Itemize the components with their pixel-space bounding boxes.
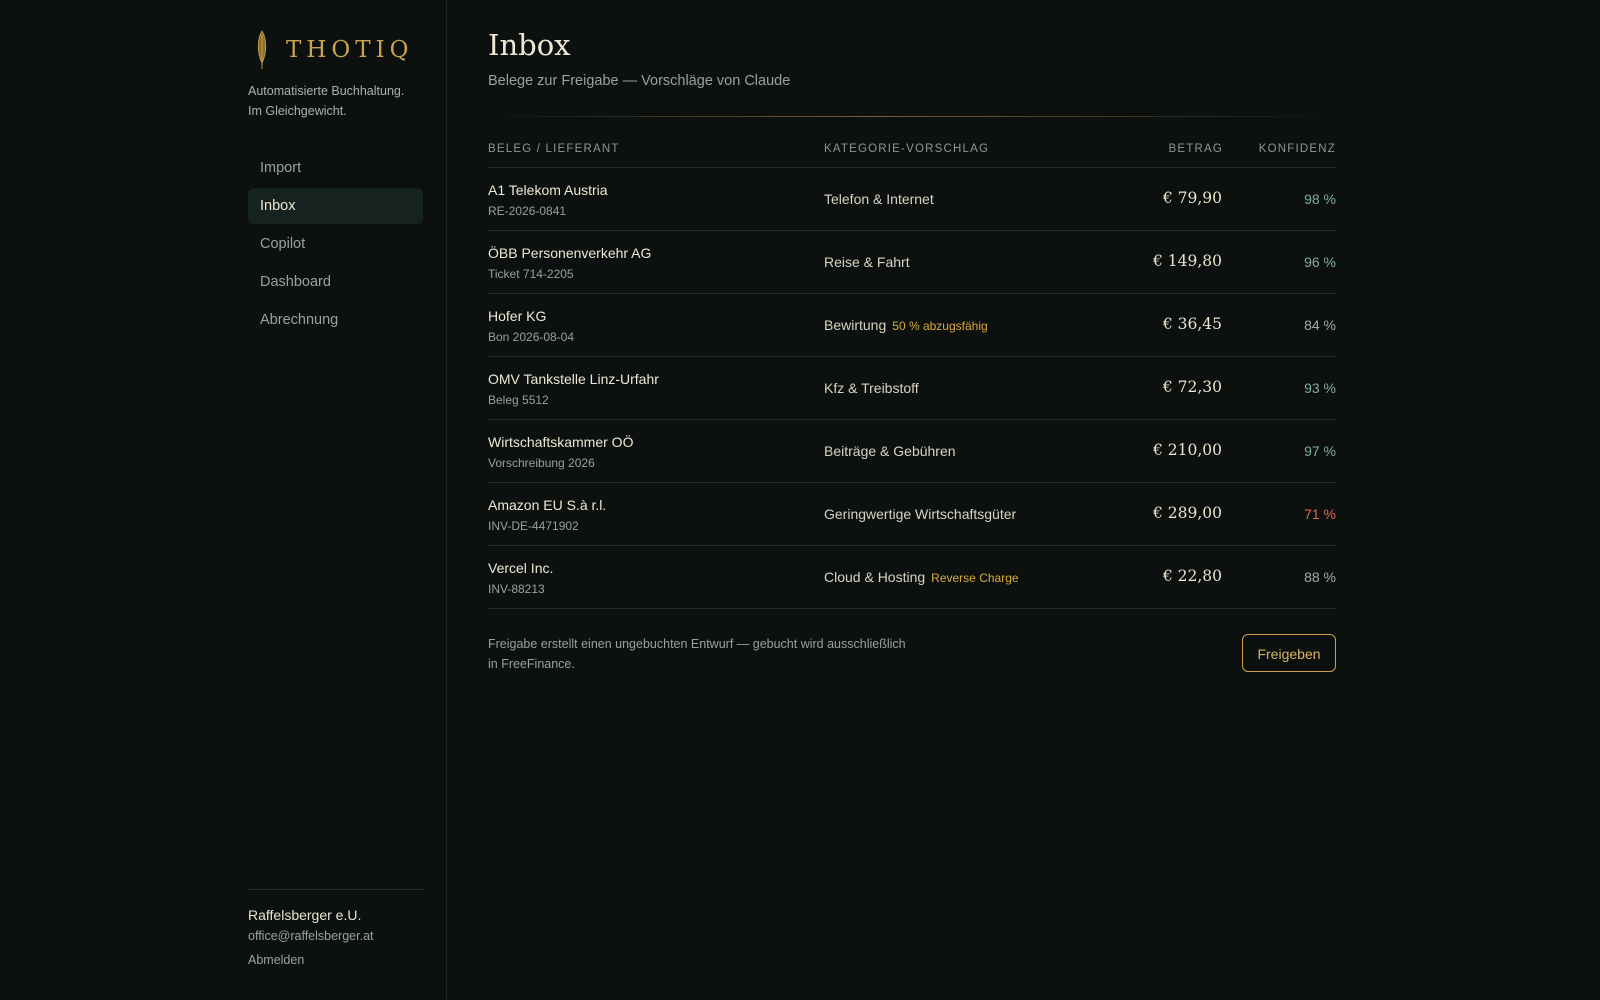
tagline-line-2: Im Gleichgewicht. (248, 104, 347, 118)
sidebar: THOTIQ Automatisierte Buchhaltung. Im Gl… (0, 0, 447, 1000)
table-row[interactable]: ÖBB Personenverkehr AG Ticket 714-2205 R… (488, 231, 1336, 294)
column-header-category: KATEGORIE-VORSCHLAG (824, 143, 990, 155)
vendor-name: Wirtschaftskammer OÖ (488, 434, 634, 450)
amount: € 72,30 (1162, 378, 1222, 396)
sidebar-item-inbox[interactable]: Inbox (248, 188, 423, 224)
page-subtitle: Belege zur Freigabe — Vorschläge von Cla… (488, 73, 791, 89)
category-label: Reise & Fahrt (824, 254, 910, 270)
vendor-name: OMV Tankstelle Linz-Urfahr (488, 371, 659, 387)
amount: € 22,80 (1162, 567, 1222, 585)
category-label: Cloud & Hosting (824, 569, 926, 585)
confidence-value: 97 % (1304, 443, 1336, 459)
account-email: office@raffelsberger.at (248, 929, 374, 943)
deductibility-badge: 50 % abzugsfähig (892, 319, 988, 333)
vendor-name: Hofer KG (488, 308, 547, 324)
column-header-amount: BETRAG (1168, 143, 1223, 155)
brand-name: THOTIQ (286, 37, 414, 63)
category-label: Kfz & Treibstoff (824, 380, 919, 396)
sidebar-item-import[interactable]: Import (248, 150, 423, 186)
approve-button[interactable]: Freigeben (1242, 634, 1336, 672)
approval-note: Freigabe erstellt einen ungebuchten Entw… (488, 637, 906, 671)
header-divider (488, 116, 1336, 117)
vendor-name: Amazon EU S.à r.l. (488, 497, 607, 513)
table-row[interactable]: OMV Tankstelle Linz-Urfahr Beleg 5512 Kf… (488, 357, 1336, 420)
amount: € 79,90 (1162, 189, 1222, 207)
confidence-value: 93 % (1304, 380, 1336, 396)
category-suggestion: Bewirtung 50 % abzugsfähig (824, 317, 988, 333)
amount: € 36,45 (1162, 315, 1222, 333)
category-suggestion: Beiträge & Gebühren (824, 443, 956, 459)
category-suggestion: Telefon & Internet (824, 191, 934, 207)
sidebar-item-abrechnung[interactable]: Abrechnung (248, 302, 423, 338)
receipt-reference: Vorschreibung 2026 (488, 456, 595, 470)
column-header-vendor: BELEG / LIEFERANT (488, 143, 620, 155)
receipt-reference: INV-88213 (488, 582, 545, 596)
category-label: Telefon & Internet (824, 191, 934, 207)
page-title: Inbox (488, 28, 571, 62)
sidebar-item-copilot[interactable]: Copilot (248, 226, 423, 262)
confidence-value: 88 % (1304, 569, 1336, 585)
vendor-name: Vercel Inc. (488, 560, 554, 576)
column-header-confidence: KONFIDENZ (1258, 143, 1336, 155)
receipt-reference: Bon 2026-08-04 (488, 330, 575, 344)
tax-badge: Reverse Charge (931, 571, 1019, 585)
brand-tagline: Automatisierte Buchhaltung. Im Gleichgew… (248, 81, 404, 121)
table-row[interactable]: Amazon EU S.à r.l. INV-DE-4471902 Gering… (488, 483, 1336, 546)
category-suggestion: Cloud & Hosting Reverse Charge (824, 569, 1019, 585)
receipt-reference: INV-DE-4471902 (488, 519, 579, 533)
amount: € 149,80 (1152, 252, 1222, 270)
table-row[interactable]: Vercel Inc. INV-88213 Cloud & Hosting Rev… (488, 546, 1336, 609)
amount: € 289,00 (1152, 504, 1222, 522)
logout-link[interactable]: Abmelden (248, 953, 304, 967)
receipt-reference: Ticket 714-2205 (488, 267, 574, 281)
feather-icon (257, 30, 267, 69)
table-row[interactable]: A1 Telekom Austria RE-2026-0841 Telefon … (488, 168, 1336, 231)
brand-logo[interactable]: THOTIQ (252, 30, 414, 70)
category-suggestion: Geringwertige Wirtschaftsgüter (824, 506, 1016, 522)
receipt-reference: Beleg 5512 (488, 393, 549, 407)
table-row[interactable]: Wirtschaftskammer OÖ Vorschreibung 2026 … (488, 420, 1336, 483)
sidebar-nav: Import Inbox Copilot Dashboard Abrechnun… (248, 150, 423, 340)
receipt-reference: RE-2026-0841 (488, 204, 567, 218)
category-suggestion: Kfz & Treibstoff (824, 380, 919, 396)
vendor-name: A1 Telekom Austria (488, 182, 608, 198)
confidence-value: 96 % (1304, 254, 1336, 270)
amount: € 210,00 (1152, 441, 1222, 459)
sidebar-divider (248, 889, 423, 890)
table-header: BELEG / LIEFERANT KATEGORIE-VORSCHLAG BE… (488, 141, 1336, 168)
confidence-value: 98 % (1304, 191, 1336, 207)
confidence-value: 71 % (1304, 506, 1336, 522)
vendor-name: ÖBB Personenverkehr AG (488, 245, 652, 261)
category-label: Beiträge & Gebühren (824, 443, 956, 459)
category-suggestion: Reise & Fahrt (824, 254, 910, 270)
sidebar-item-dashboard[interactable]: Dashboard (248, 264, 423, 300)
receipt-table: A1 Telekom Austria RE-2026-0841 Telefon … (488, 168, 1336, 609)
app-root: THOTIQ Automatisierte Buchhaltung. Im Gl… (0, 0, 1600, 1000)
account-name: Raffelsberger e.U. (248, 907, 362, 923)
table-row[interactable]: Hofer KG Bon 2026-08-04 Bewirtung 50 % ab… (488, 294, 1336, 357)
category-label: Bewirtung (824, 317, 887, 333)
confidence-value: 84 % (1304, 317, 1336, 333)
category-label: Geringwertige Wirtschaftsgüter (824, 506, 1017, 522)
tagline-line-1: Automatisierte Buchhaltung. (248, 84, 405, 98)
